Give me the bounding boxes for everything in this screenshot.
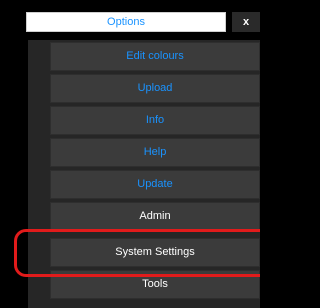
menu-item-edit-colours[interactable]: Edit colours xyxy=(50,42,260,71)
close-button[interactable]: x xyxy=(232,12,260,32)
menu-item-upload[interactable]: Upload xyxy=(50,74,260,103)
menu-item-help[interactable]: Help xyxy=(50,138,260,167)
options-title-field: Options xyxy=(26,12,226,32)
system-settings-highlight xyxy=(14,229,260,277)
menu-item-admin[interactable]: Admin xyxy=(50,202,260,231)
options-header: Options x xyxy=(0,0,260,40)
menu-item-update[interactable]: Update xyxy=(50,170,260,199)
menu-item-info[interactable]: Info xyxy=(50,106,260,135)
